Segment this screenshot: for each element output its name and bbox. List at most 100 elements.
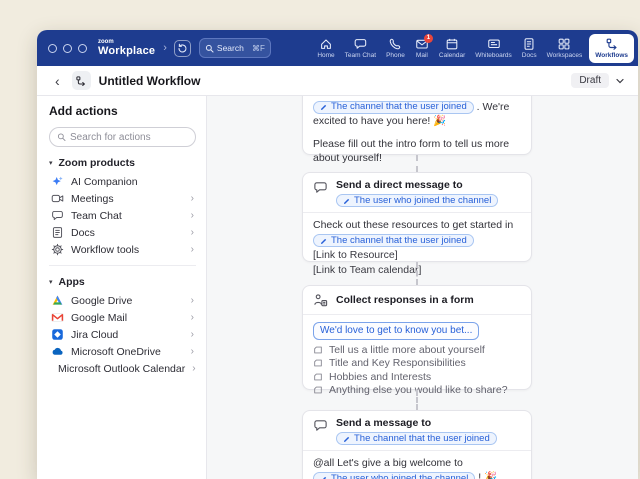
workflow-header: ‹ Untitled Workflow Draft — [37, 66, 638, 96]
sidebar-item-team-chat[interactable]: Team Chat › — [49, 207, 196, 224]
nav-mail[interactable]: 1 Mail — [410, 35, 434, 61]
zoom-workplace-logo: zoom Workplace — [98, 39, 155, 57]
logo-workplace-text: Workplace — [98, 46, 155, 57]
variable-chip[interactable]: The channel that the user joined — [313, 234, 474, 247]
message-text: Check out these resources to get started… — [313, 218, 521, 232]
workflow-tools-icon — [51, 243, 64, 256]
search-shortcut: ⌘F — [252, 44, 265, 53]
section-apps[interactable]: ▾ Apps — [49, 276, 196, 288]
form-question-row: Tell us a little more about yourself — [313, 343, 521, 357]
window-maximize-button[interactable] — [78, 44, 87, 53]
workflow-step-card-direct-message[interactable]: Send a direct message to The user who jo… — [302, 172, 532, 262]
history-button[interactable] — [174, 40, 191, 57]
nav-docs[interactable]: Docs — [517, 35, 542, 61]
home-icon — [319, 37, 333, 51]
nav-workflows[interactable]: Workflows — [589, 34, 634, 63]
text-field-icon — [313, 385, 323, 395]
collapse-triangle-icon: ▾ — [49, 278, 53, 286]
panel-title: Add actions — [49, 104, 196, 118]
nav-team-chat[interactable]: Team Chat — [340, 35, 381, 61]
workflow-iconbox — [72, 71, 91, 90]
team-chat-icon — [353, 37, 367, 51]
back-button[interactable]: ‹ — [55, 73, 60, 89]
workflow-canvas[interactable]: The channel that the user joined . We're… — [207, 96, 638, 479]
chevron-right-icon: › — [191, 329, 196, 340]
text-field-icon — [313, 358, 323, 368]
actions-search-input[interactable] — [70, 132, 188, 143]
variable-chip[interactable]: The user who joined the channel — [336, 194, 498, 207]
pencil-icon — [343, 435, 351, 443]
chat-bubble-icon — [313, 180, 328, 195]
team-chat-icon — [51, 209, 64, 222]
window-controls[interactable] — [48, 44, 87, 53]
nav-tabs: Home Team Chat Phone 1 — [312, 34, 634, 63]
chevron-right-icon: › — [191, 295, 196, 306]
whiteboards-icon — [487, 37, 501, 51]
google-mail-icon — [51, 311, 64, 324]
sidebar-item-google-mail[interactable]: Google Mail › — [49, 309, 196, 326]
variable-chip[interactable]: The channel that the user joined — [313, 101, 474, 114]
search-placeholder: Search — [217, 43, 249, 53]
variable-chip[interactable]: The channel that the user joined — [336, 432, 497, 445]
text-field-icon — [313, 372, 323, 382]
workflows-icon — [605, 37, 619, 51]
sidebar-item-meetings[interactable]: Meetings › — [49, 190, 196, 207]
workflow-step-card-channel-message[interactable]: Send a message to The channel that the u… — [302, 410, 532, 479]
mail-badge: 1 — [424, 34, 433, 43]
step-title: Send a message to — [336, 417, 497, 430]
pencil-icon — [320, 475, 328, 479]
sidebar-item-google-drive[interactable]: Google Drive › — [49, 292, 196, 309]
chevron-down-icon[interactable] — [616, 78, 624, 84]
nav-workspaces[interactable]: Workspaces — [542, 35, 588, 61]
chevron-right-icon: › — [191, 227, 196, 238]
chevron-right-icon: › — [191, 346, 196, 357]
variable-chip[interactable]: The user who joined the channel — [313, 472, 475, 479]
workflow-title: Untitled Workflow — [99, 74, 201, 88]
top-navbar: zoom Workplace › Search ⌘F — [37, 30, 638, 66]
calendar-icon — [445, 37, 459, 51]
step-connector — [416, 155, 418, 172]
history-icon — [177, 43, 188, 54]
docs-icon — [51, 226, 64, 239]
workflow-step-card-message-intro[interactable]: The channel that the user joined . We're… — [302, 96, 532, 155]
logo-chevron-icon[interactable]: › — [163, 42, 167, 54]
google-drive-icon — [51, 294, 64, 307]
sidebar-item-ai-companion[interactable]: AI Companion — [49, 173, 196, 190]
nav-home[interactable]: Home — [312, 35, 339, 61]
jira-cloud-icon — [51, 328, 64, 341]
status-badge: Draft — [571, 73, 609, 88]
message-text: ! 🎉 — [478, 471, 497, 479]
zoom-workplace-window: zoom Workplace › Search ⌘F — [37, 30, 638, 479]
form-person-icon — [313, 293, 328, 308]
step-title: Send a direct message to — [336, 179, 498, 192]
nav-calendar[interactable]: Calendar — [434, 35, 470, 61]
text-field-icon — [313, 345, 323, 355]
actions-search[interactable] — [49, 127, 196, 147]
sidebar-item-docs[interactable]: Docs › — [49, 224, 196, 241]
sidebar-item-microsoft-onedrive[interactable]: Microsoft OneDrive › — [49, 343, 196, 360]
sidebar-item-microsoft-outlook-calendar[interactable]: Microsoft Outlook Calendar › — [49, 360, 196, 377]
window-close-button[interactable] — [48, 44, 57, 53]
message-text: @all Let's give a big welcome to — [313, 456, 521, 470]
link-placeholder: [Link to Resource] — [313, 248, 521, 262]
sidebar-item-jira-cloud[interactable]: Jira Cloud › — [49, 326, 196, 343]
desktop: zoom Workplace › Search ⌘F — [0, 0, 640, 479]
section-zoom-products[interactable]: ▾ Zoom products — [49, 157, 196, 169]
nav-whiteboards[interactable]: Whiteboards — [470, 35, 517, 61]
sidebar-item-workflow-tools[interactable]: Workflow tools › — [49, 241, 196, 258]
pencil-icon — [320, 103, 328, 111]
workflow-step-card-collect-form[interactable]: Collect responses in a form We'd love to… — [302, 285, 532, 390]
phone-icon — [388, 37, 402, 51]
window-minimize-button[interactable] — [63, 44, 72, 53]
global-search-input[interactable]: Search ⌘F — [199, 38, 271, 58]
onedrive-icon — [51, 345, 64, 358]
chevron-right-icon: › — [191, 193, 196, 204]
collapse-triangle-icon: ▾ — [49, 159, 53, 167]
form-name-chip[interactable]: We'd love to get to know you bet... — [313, 322, 479, 340]
step-connector — [416, 390, 418, 410]
pencil-icon — [320, 237, 328, 245]
workflow-icon — [75, 75, 87, 87]
chat-bubble-icon — [313, 418, 328, 433]
nav-phone[interactable]: Phone — [381, 35, 410, 61]
search-icon — [205, 44, 214, 53]
